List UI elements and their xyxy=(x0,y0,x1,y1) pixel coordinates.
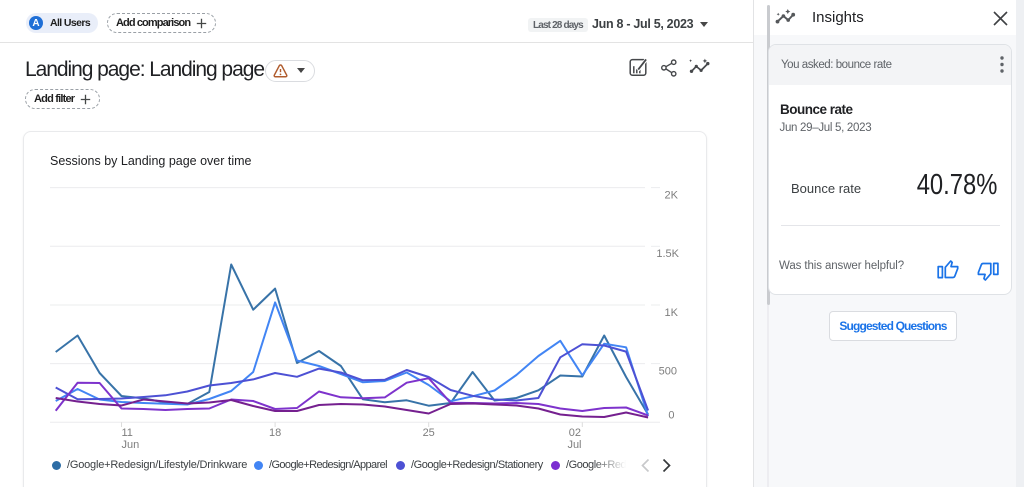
svg-text:11: 11 xyxy=(122,427,133,439)
svg-text:02: 02 xyxy=(569,427,581,439)
svg-text:25: 25 xyxy=(423,427,435,439)
svg-text:1K: 1K xyxy=(665,307,679,319)
svg-text:Jun: Jun xyxy=(122,439,140,451)
svg-text:18: 18 xyxy=(269,427,281,439)
svg-text:2K: 2K xyxy=(665,190,679,202)
svg-text:1.5K: 1.5K xyxy=(656,248,679,260)
svg-text:0: 0 xyxy=(668,410,674,422)
svg-text:500: 500 xyxy=(659,365,677,377)
svg-text:Jul: Jul xyxy=(567,439,581,451)
